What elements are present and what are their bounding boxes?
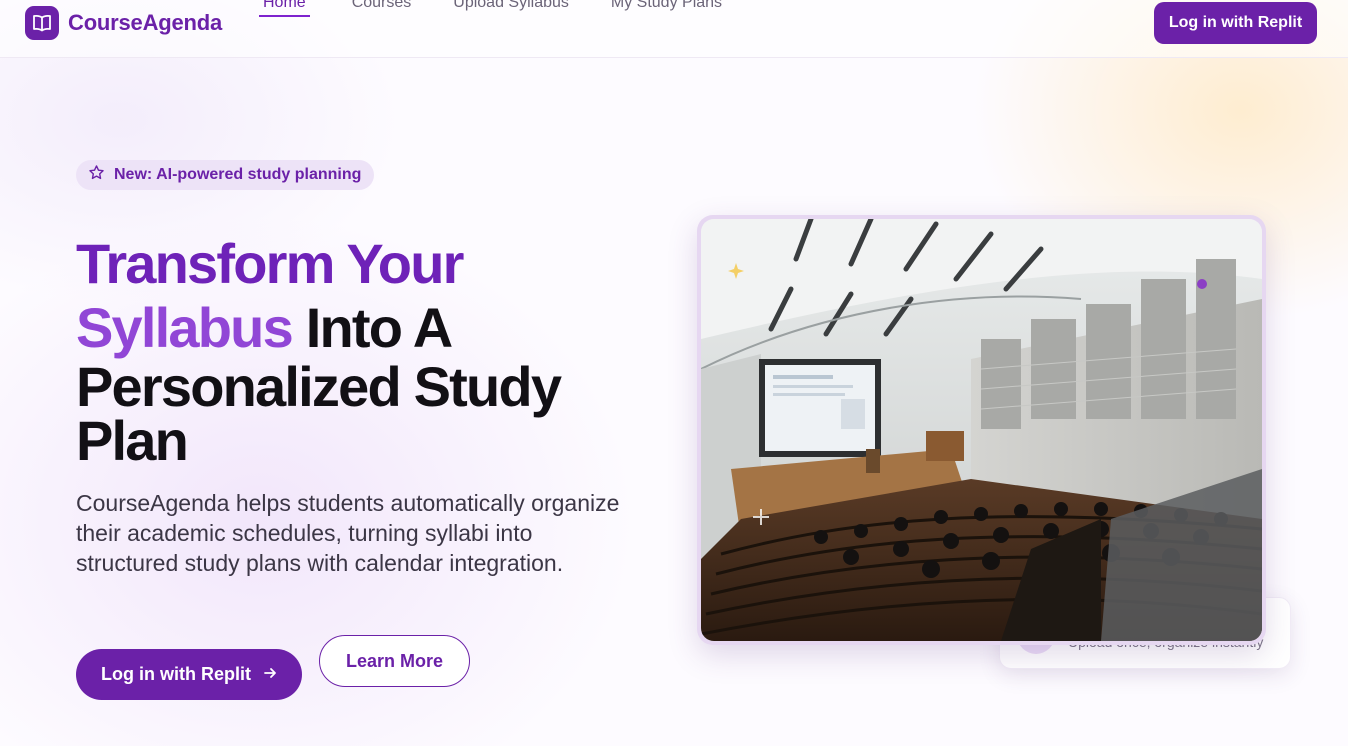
new-feature-badge: New: AI-powered study planning xyxy=(76,160,375,190)
headline-line-1: Transform Your xyxy=(76,232,464,295)
headline-line-2-rest: Into A xyxy=(305,296,454,359)
hero-description: CourseAgenda helps students automaticall… xyxy=(76,490,620,576)
brand-logo[interactable]: CourseAgenda xyxy=(25,6,222,40)
brand-name: CourseAgenda xyxy=(68,10,223,35)
arrow-right-icon xyxy=(263,664,277,685)
headline-accent-word: Syllabus xyxy=(76,296,294,359)
nav-login-button[interactable]: Log in with Replit xyxy=(1154,2,1317,44)
nav-courses[interactable]: Courses xyxy=(352,0,412,17)
headline-line-2: Syllabus Into A xyxy=(76,296,636,360)
open-book-icon xyxy=(25,6,59,40)
nav-upload-syllabus[interactable]: Upload Syllabus xyxy=(453,0,569,17)
star-icon xyxy=(88,164,105,186)
hero-login-button[interactable]: Log in with Replit xyxy=(76,649,302,700)
lecture-hall-image xyxy=(701,219,1262,641)
hero-headline: Transform Your Syllabus Into A Personali… xyxy=(76,232,636,472)
headline-line-4: Plan xyxy=(76,409,189,472)
hero-login-label: Log in with Replit xyxy=(101,664,251,684)
nav-my-study-plans[interactable]: My Study Plans xyxy=(611,0,722,17)
nav-links: Home Courses Upload Syllabus My Study Pl… xyxy=(259,0,764,17)
landing-page: CourseAgenda Home Courses Upload Syllabu… xyxy=(0,0,1348,746)
badge-text: New: AI-powered study planning xyxy=(114,166,362,183)
hero-image-frame xyxy=(697,215,1266,645)
headline-line-3: Personalized Study xyxy=(76,355,562,418)
top-nav: CourseAgenda Home Courses Upload Syllabu… xyxy=(0,0,1348,58)
nav-home[interactable]: Home xyxy=(259,0,310,17)
learn-more-button[interactable]: Learn More xyxy=(319,635,470,687)
